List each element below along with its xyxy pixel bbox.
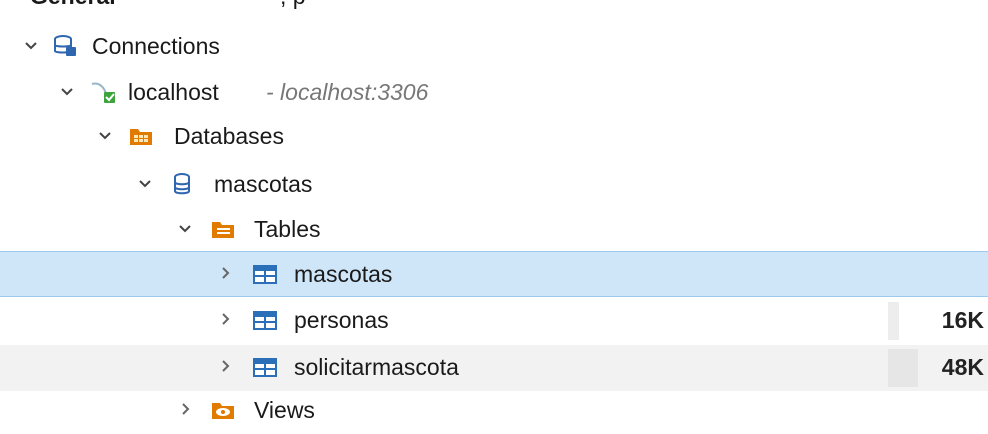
tree-label-general-extra: , p <box>280 0 306 10</box>
tables-folder-icon <box>210 217 236 241</box>
table-size-bar <box>888 302 899 340</box>
tree-row-table-solicitarmascota[interactable]: solicitarmascota 48K <box>0 345 988 391</box>
tree-label-localhost: localhost <box>128 79 219 105</box>
chevron-down-icon[interactable] <box>96 126 114 144</box>
tree-label-table: personas <box>294 307 389 333</box>
table-size-bar <box>888 349 918 387</box>
chevron-right-icon[interactable] <box>216 357 234 375</box>
tree-row-general[interactable]: General , p <box>0 0 988 12</box>
table-size-value: 16K <box>941 307 984 333</box>
chevron-right-icon[interactable] <box>216 264 234 282</box>
table-size-value: 48K <box>941 354 984 380</box>
tree-label-views: Views <box>254 397 315 423</box>
tree-label-table: solicitarmascota <box>294 354 459 380</box>
chevron-down-icon[interactable] <box>136 174 154 192</box>
chevron-down-icon[interactable] <box>22 36 40 54</box>
tree-label-localhost-detail: - localhost:3306 <box>266 79 429 105</box>
table-size-cell: 48K <box>888 349 988 387</box>
tree-row-localhost[interactable]: localhost - localhost:3306 <box>0 70 988 116</box>
tree-row-table-personas[interactable]: personas 16K <box>0 298 988 344</box>
tree-label-connections: Connections <box>92 33 220 59</box>
tree-row-table-mascotas[interactable]: mascotas <box>0 251 988 297</box>
tree-row-schema-mascotas[interactable]: mascotas <box>0 162 988 208</box>
tree-label-schema: mascotas <box>214 171 313 197</box>
views-folder-icon <box>210 398 236 422</box>
tree-label-general: General <box>30 0 116 10</box>
database-icon <box>172 172 198 196</box>
tree-row-tables[interactable]: Tables <box>0 207 988 253</box>
table-icon <box>252 355 278 379</box>
chevron-down-icon[interactable] <box>58 82 76 100</box>
table-icon <box>252 308 278 332</box>
table-icon <box>252 262 278 286</box>
navigator-tree: General , p Connections <box>0 0 988 428</box>
tree-row-connections[interactable]: Connections <box>0 24 988 70</box>
tree-label-databases: Databases <box>174 123 284 149</box>
tree-row-databases[interactable]: Databases <box>0 114 988 160</box>
mysql-dolphin-icon <box>90 80 116 104</box>
tree-label-tables: Tables <box>254 216 321 242</box>
databases-folder-icon <box>128 124 154 148</box>
tree-row-views[interactable]: Views <box>0 388 988 434</box>
connections-icon <box>52 34 78 58</box>
chevron-down-icon[interactable] <box>176 219 194 237</box>
tree-label-table: mascotas <box>294 261 393 287</box>
chevron-right-icon[interactable] <box>216 310 234 328</box>
chevron-right-icon[interactable] <box>176 400 194 418</box>
table-size-cell: 16K <box>888 302 988 340</box>
general-icon <box>0 0 26 6</box>
